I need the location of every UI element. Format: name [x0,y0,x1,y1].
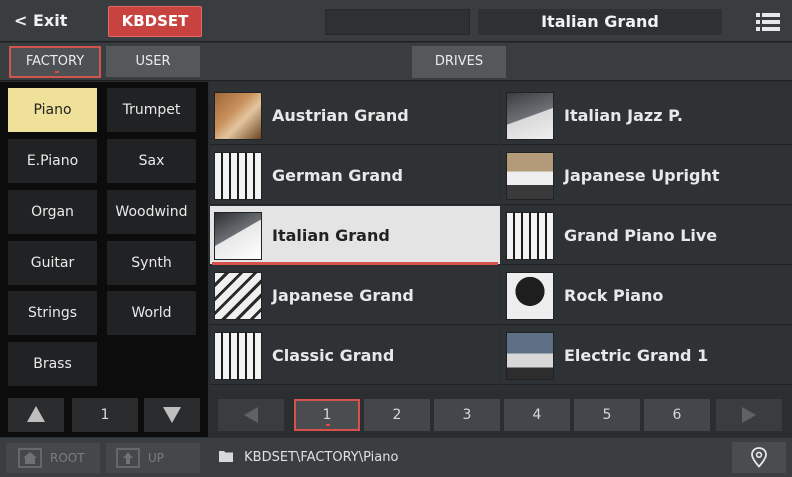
sound-name: Italian Jazz P. [564,106,683,125]
root-label: ROOT [50,451,85,465]
source-tabs: FACTORY USER DRIVES [0,43,792,81]
folder-icon [219,451,233,462]
top-bar: < Exit KBDSET Italian Grand [0,0,792,42]
path-text: KBDSET\FACTORY\Piano [244,450,399,465]
category-trumpet[interactable]: Trumpet [107,88,196,132]
folder-up-icon [116,448,140,468]
sound-cell-italian-grand[interactable]: Italian Grand [210,206,500,265]
sound-name: Italian Grand [272,226,390,245]
root-button[interactable]: ROOT [6,443,100,473]
piano-keys-thumbnail [214,272,262,320]
sound-cell-grand-piano-live[interactable]: Grand Piano Live [502,206,792,265]
bottom-bar: ROOT UP KBDSET\FACTORY\Piano [0,438,792,477]
sound-cell-rock-piano[interactable]: Rock Piano [502,266,792,325]
tab-user[interactable]: USER [106,46,200,77]
sound-cell-electric-grand[interactable]: Electric Grand 1 [502,326,792,385]
sound-name: German Grand [272,166,403,185]
triangle-right-icon [742,407,756,423]
location-pin-button[interactable] [732,442,786,473]
grand-piano-thumbnail [214,92,262,140]
sound-name: Grand Piano Live [564,226,718,245]
category-brass[interactable]: Brass [8,342,97,386]
triangle-down-icon [163,407,181,423]
selection-underline [212,262,498,265]
piano-keys-thumbnail [214,212,262,260]
sound-name: Classic Grand [272,346,395,365]
selection-dot [55,71,59,73]
category-page-up-button[interactable] [8,398,64,432]
piano-keys-thumbnail [506,92,554,140]
category-synth[interactable]: Synth [107,241,196,285]
page-label: 1 [322,407,332,423]
category-epiano[interactable]: E.Piano [8,139,97,183]
category-strings[interactable]: Strings [8,291,97,335]
sound-cell-german-grand[interactable]: German Grand [210,146,500,205]
page-button-3[interactable]: 3 [434,399,500,431]
page-selector: 1 2 3 4 5 6 [210,391,792,437]
sound-name: Japanese Grand [272,286,414,305]
sound-cell-classic-grand[interactable]: Classic Grand [210,326,500,385]
category-sax[interactable]: Sax [107,139,196,183]
info-field [325,9,470,35]
prev-page-button[interactable] [218,399,284,431]
sound-name: Austrian Grand [272,106,409,125]
category-world[interactable]: World [107,291,196,335]
category-page-number: 1 [72,398,138,432]
category-guitar[interactable]: Guitar [8,241,97,285]
selected-sound-title: Italian Grand [478,9,722,35]
tab-factory[interactable]: FACTORY [9,46,101,78]
triangle-left-icon [244,407,258,423]
category-panel: Piano Trumpet E.Piano Sax Organ Woodwind… [0,82,208,437]
current-path: KBDSET\FACTORY\Piano [218,438,398,477]
category-pager: 1 [0,391,208,437]
selection-dot [326,424,330,426]
category-organ[interactable]: Organ [8,190,97,234]
sound-cell-austrian-grand[interactable]: Austrian Grand [210,86,500,145]
sound-name: Rock Piano [564,286,664,305]
up-label: UP [148,451,165,465]
page-button-1[interactable]: 1 [294,399,360,431]
page-button-4[interactable]: 4 [504,399,570,431]
up-button[interactable]: UP [106,443,200,473]
piano-keys-thumbnail [214,332,262,380]
sound-name: Electric Grand 1 [564,346,709,365]
home-icon [18,448,42,468]
sound-cell-japanese-upright[interactable]: Japanese Upright [502,146,792,205]
page-button-6[interactable]: 6 [644,399,710,431]
triangle-up-icon [27,406,45,422]
sound-cell-italian-jazz[interactable]: Italian Jazz P. [502,86,792,145]
upright-piano-thumbnail [506,152,554,200]
piano-keys-thumbnail [214,152,262,200]
page-button-2[interactable]: 2 [364,399,430,431]
next-page-button[interactable] [716,399,782,431]
grand-piano-thumbnail [506,272,554,320]
category-woodwind[interactable]: Woodwind [107,190,196,234]
category-piano[interactable]: Piano [8,88,97,132]
piano-keys-thumbnail [506,212,554,260]
sound-name: Japanese Upright [564,166,720,185]
category-page-down-button[interactable] [144,398,200,432]
sound-grid: Austrian Grand Italian Jazz P. German Gr… [210,82,792,390]
exit-button[interactable]: < Exit [4,6,96,36]
menu-icon[interactable] [752,10,784,34]
tab-factory-label: FACTORY [25,54,85,69]
sound-cell-japanese-grand[interactable]: Japanese Grand [210,266,500,325]
location-pin-icon [751,447,767,468]
tab-drives[interactable]: DRIVES [412,46,506,78]
page-button-5[interactable]: 5 [574,399,640,431]
electric-grand-thumbnail [506,332,554,380]
kbdset-tab[interactable]: KBDSET [108,6,202,37]
